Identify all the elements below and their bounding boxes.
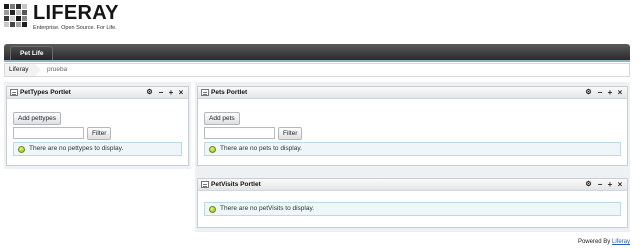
portlet-actions: ⚙ − + × [144, 88, 185, 98]
navigation-bar: Pet Life [4, 44, 630, 60]
close-icon[interactable]: × [177, 88, 185, 98]
portlet-title: PetTypes Portlet [20, 89, 71, 96]
pettypes-empty-message: There are no pettypes to display. [13, 142, 182, 156]
pets-filter-button[interactable]: Filter [278, 127, 303, 140]
configure-icon[interactable]: ⚙ [144, 88, 155, 98]
breadcrumb-current: prueba [47, 66, 68, 73]
portlet-topper: PetTypes Portlet ⚙ − + × [7, 87, 188, 99]
petvisits-empty-message: There are no petVisits to display. [204, 202, 621, 216]
close-icon[interactable]: × [616, 88, 624, 98]
portlet-actions: ⚙ − + × [583, 88, 624, 98]
logo-tagline: Enterprise. Open Source. For Life. [33, 25, 117, 31]
powered-by-footer: Powered By Liferay [578, 239, 630, 245]
minimize-icon[interactable]: − [157, 88, 165, 98]
add-pettypes-button[interactable]: Add pettypes [13, 112, 61, 125]
navigation-divider [4, 60, 630, 62]
portlet-icon [201, 181, 209, 188]
nav-tab-pet-life[interactable]: Pet Life [10, 46, 54, 60]
logo-text: LIFERAY [33, 2, 119, 24]
pets-search-input[interactable] [204, 127, 275, 139]
add-pets-button[interactable]: Add pets [204, 112, 240, 125]
portlet-icon [10, 89, 18, 96]
close-icon[interactable]: × [616, 180, 624, 190]
pettypes-portlet: PetTypes Portlet ⚙ − + × Add pettypes Fi… [6, 86, 189, 166]
configure-icon[interactable]: ⚙ [583, 88, 594, 98]
layout-column-left: PetTypes Portlet ⚙ − + × Add pettypes Fi… [4, 82, 191, 169]
pettypes-filter-button[interactable]: Filter [87, 127, 112, 140]
pettypes-search-input[interactable] [13, 127, 84, 139]
layout-column-right: Pets Portlet ⚙ − + × Add pets Filter The… [195, 82, 630, 232]
portlet-topper: Pets Portlet ⚙ − + × [198, 87, 627, 99]
portlet-icon [201, 89, 209, 96]
empty-message-text: There are no pets to display. [220, 145, 302, 152]
pets-empty-message: There are no pets to display. [204, 142, 621, 156]
liferay-logo[interactable]: LIFERAY Enterprise. Open Source. For Lif… [4, 2, 134, 37]
footer-liferay-link[interactable]: Liferay [612, 239, 630, 245]
portlet-title: Pets Portlet [211, 89, 248, 96]
logo-grid-icon [4, 4, 28, 28]
pets-portlet: Pets Portlet ⚙ − + × Add pets Filter The… [197, 86, 628, 166]
empty-message-text: There are no pettypes to display. [29, 145, 124, 152]
portlet-title: PetVisits Portlet [211, 181, 261, 188]
maximize-icon[interactable]: + [606, 88, 614, 98]
empty-message-text: There are no petVisits to display. [220, 205, 315, 212]
maximize-icon[interactable]: + [167, 88, 175, 98]
portlet-actions: ⚙ − + × [583, 180, 624, 190]
minimize-icon[interactable]: − [596, 180, 604, 190]
portlet-topper: PetVisits Portlet ⚙ − + × [198, 179, 627, 191]
footer-prefix: Powered By [577, 239, 611, 245]
info-icon [209, 206, 216, 213]
info-icon [209, 146, 216, 153]
info-icon [18, 146, 25, 153]
breadcrumb-root-link[interactable]: Liferay [5, 64, 40, 76]
petvisits-portlet: PetVisits Portlet ⚙ − + × There are no p… [197, 178, 628, 228]
minimize-icon[interactable]: − [596, 88, 604, 98]
breadcrumb: Liferay prueba [4, 63, 630, 77]
maximize-icon[interactable]: + [606, 180, 614, 190]
configure-icon[interactable]: ⚙ [583, 180, 594, 190]
